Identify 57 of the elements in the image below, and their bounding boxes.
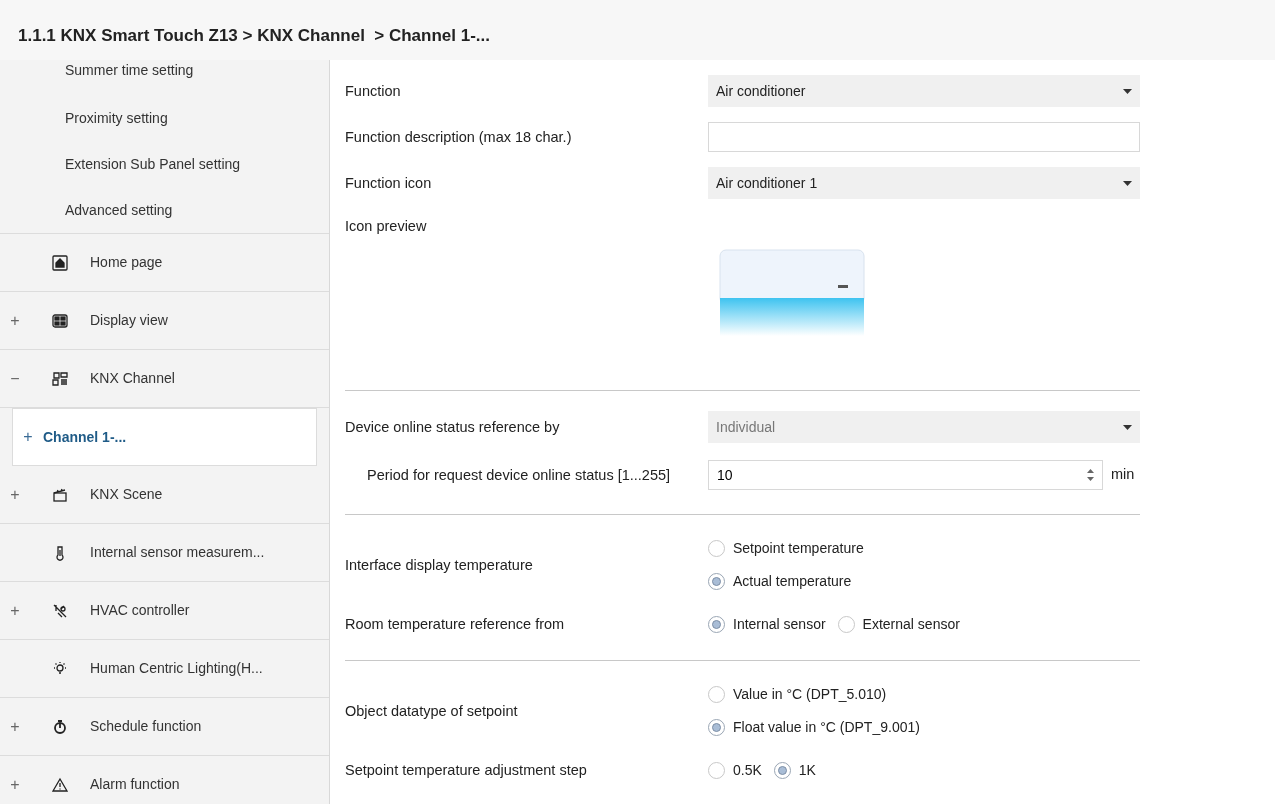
tree-item[interactable]: Proximity setting [65,108,168,130]
tree-item[interactable]: Extension Sub Panel setting [65,153,241,175]
breadcrumb-title: 1.1.1 KNX Smart Touch Z13 > KNX Channel > Channel 1-... [18,24,491,47]
parameter-label: Function icon [345,175,432,191]
expander-icon[interactable]: + [23,425,33,449]
parameter-label: Device online status reference by [345,419,560,435]
tree-item[interactable]: Advanced setting [65,199,173,221]
air-conditioner-icon [718,248,866,338]
parameter-label: Setpoint temperature adjustment step [345,762,587,778]
radio-button[interactable] [708,540,725,557]
radio-button[interactable] [773,761,791,779]
expander-icon[interactable]: + [10,482,20,507]
expander-icon[interactable]: + [10,308,20,333]
bulb-icon [52,660,68,677]
radio-label: Value in °C (DPT_5.010) [733,685,887,704]
radio-button[interactable] [708,615,725,633]
caret-icon [1123,180,1132,186]
radio-label: Actual temperature [733,572,852,591]
home-icon [52,254,68,271]
expander-icon[interactable]: − [10,366,20,391]
warning-icon [52,776,68,793]
radio-button[interactable] [837,615,855,633]
caret-icon [1123,88,1132,94]
radio-label: 1K [798,760,816,780]
input-field[interactable] [708,122,1140,152]
parameter-label: Function description (max 18 char.) [345,129,572,145]
parameter-label: Period for request device online status [1...255] [366,467,671,483]
radio-label: Float value in °C (DPT_9.001) [733,718,920,737]
dropdown[interactable]: Air conditioner 1 [708,167,1140,199]
timer-icon [52,718,68,735]
expander-icon[interactable]: + [10,772,20,797]
dropdown[interactable]: Air conditioner [708,75,1140,107]
parameter-label: Icon preview [345,218,427,234]
radio-button[interactable] [708,573,725,590]
channel-icon [52,370,68,387]
parameter-label: Function [345,83,401,99]
grid-icon [52,312,68,329]
parameter-label: Interface display temperature [345,557,533,573]
radio-button[interactable] [708,686,725,703]
unit-label: min [1111,465,1135,485]
tree-item[interactable]: + Channel 1-... [12,408,317,466]
radio-label: 0.5K [733,760,762,780]
radio-label: Setpoint temperature [733,539,864,558]
spinner-arrows-icon [1087,468,1094,482]
radio-button[interactable] [708,761,725,779]
radio-label: Internal sensor [733,614,826,634]
expander-icon[interactable]: + [10,598,20,623]
number-field[interactable]: 10 [708,460,1103,490]
parameter-label: Object datatype of setpoint [345,703,518,719]
hvac-icon [52,602,68,619]
radio-button[interactable] [708,719,725,736]
tree-item[interactable]: Summer time setting [65,60,194,81]
expander-icon[interactable]: + [10,714,20,739]
radio-label: External sensor [862,614,960,634]
parameter-label: Room temperature reference from [345,616,565,632]
caret-icon [1123,424,1132,430]
clapper-icon [52,486,68,503]
